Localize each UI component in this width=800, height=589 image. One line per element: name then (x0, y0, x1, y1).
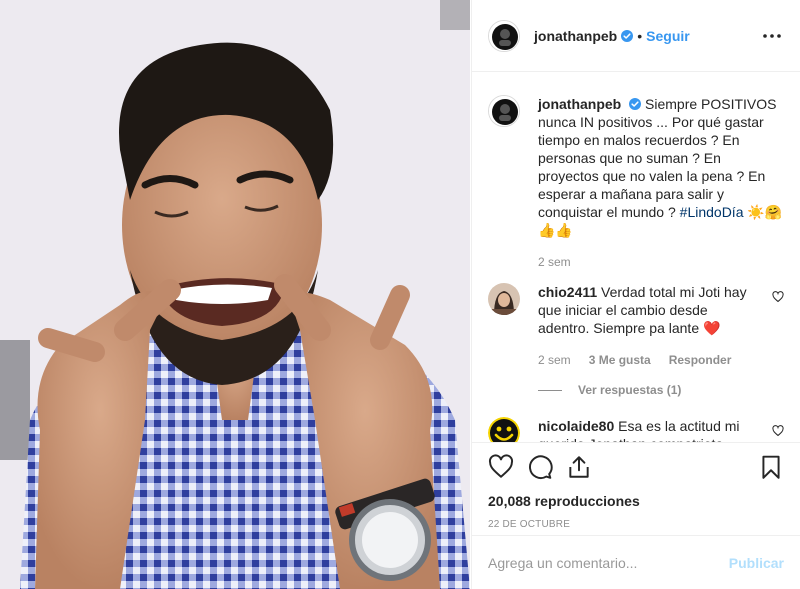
more-horizontal-icon (763, 33, 781, 38)
caption-username[interactable]: jonathanpeb (538, 96, 621, 112)
comment: nicolaide80 Esa es la actitud mi querido… (488, 417, 784, 442)
caption-avatar[interactable] (488, 95, 520, 127)
comment-meta: 2 sem 3 Me gusta Responder (538, 353, 762, 367)
caption-avatar-image (489, 96, 519, 126)
author-avatar[interactable] (488, 19, 520, 52)
verified-badge-icon (621, 29, 634, 42)
comment: chio2411 Verdad total mi Joti hay que in… (488, 283, 784, 399)
video-frame (0, 0, 470, 589)
author-avatar-image (489, 20, 519, 51)
post-video[interactable] (0, 0, 470, 589)
commenter-avatar[interactable] (488, 417, 520, 442)
add-comment-form: Publicar (472, 535, 800, 589)
commenter-avatar-image (488, 417, 520, 442)
caption: jonathanpeb Siempre POSITIVOS nunca IN p… (488, 95, 784, 269)
comment-username[interactable]: nicolaide80 (538, 418, 614, 434)
commenter-avatar-image (488, 283, 520, 315)
comment-input[interactable] (488, 554, 729, 571)
more-options-button[interactable] (760, 24, 784, 48)
comment-likes[interactable]: 3 Me gusta (589, 353, 651, 367)
comment-time[interactable]: 2 sem (538, 353, 571, 367)
comment-like-heart-icon[interactable] (772, 425, 784, 437)
follow-button[interactable]: Seguir (646, 28, 690, 44)
caption-time[interactable]: 2 sem (538, 255, 571, 269)
heart-icon[interactable] (488, 454, 514, 480)
comment-like-heart-icon[interactable] (772, 291, 784, 303)
separator-dot: • (637, 27, 643, 44)
post-header: jonathanpeb • Seguir (472, 0, 800, 72)
post-date[interactable]: 22 DE OCTUBRE (488, 519, 784, 530)
author-username[interactable]: jonathanpeb (534, 28, 617, 44)
comment-username[interactable]: chio2411 (538, 284, 597, 300)
views-count[interactable]: 20,088 reproducciones (488, 493, 784, 509)
caption-text: Siempre POSITIVOS nunca IN positivos ...… (538, 96, 777, 220)
post-actions: 20,088 reproducciones 22 DE OCTUBRE (472, 442, 800, 530)
bookmark-icon[interactable] (758, 454, 784, 480)
view-replies-label: Ver respuestas (1) (578, 383, 682, 397)
replies-divider (538, 389, 562, 391)
share-icon[interactable] (566, 454, 592, 480)
commenter-avatar[interactable] (488, 283, 520, 315)
publish-button[interactable]: Publicar (729, 555, 784, 571)
verified-badge-icon (629, 98, 642, 110)
caption-meta: 2 sem (538, 255, 784, 269)
comment-icon[interactable] (527, 454, 553, 480)
comments-thread[interactable]: jonathanpeb Siempre POSITIVOS nunca IN p… (472, 73, 800, 442)
post-sidebar: jonathanpeb • Seguir jonathanpeb Siempre… (471, 0, 800, 589)
view-replies-button[interactable]: Ver respuestas (1) (538, 381, 762, 399)
caption-hashtag[interactable]: #LindoDía (680, 204, 744, 220)
reply-button[interactable]: Responder (669, 353, 732, 367)
action-icons (488, 453, 784, 481)
